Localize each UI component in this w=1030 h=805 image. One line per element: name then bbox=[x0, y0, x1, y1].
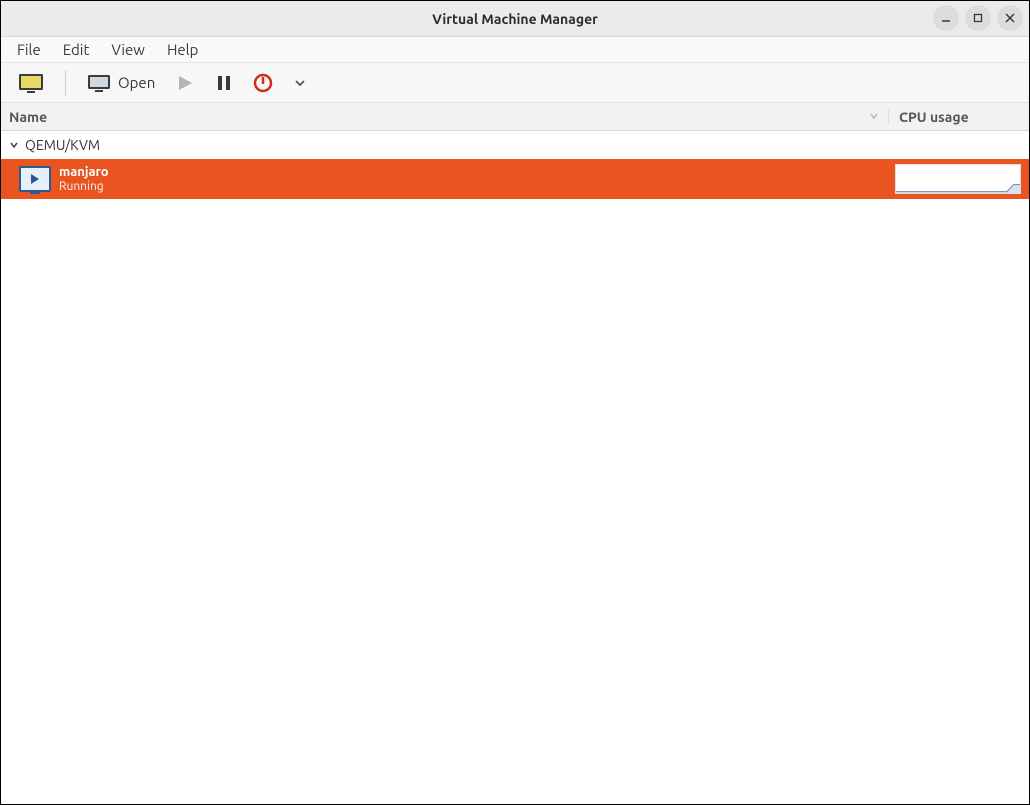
monitor-icon bbox=[86, 73, 112, 93]
titlebar: Virtual Machine Manager bbox=[1, 1, 1029, 37]
cpu-sparkline bbox=[895, 164, 1021, 194]
column-cpu-label: CPU usage bbox=[899, 109, 969, 125]
shutdown-button[interactable] bbox=[247, 69, 279, 97]
open-console-button[interactable]: Open bbox=[80, 69, 161, 97]
close-icon bbox=[1004, 12, 1016, 24]
connection-row[interactable]: QEMU/KVM bbox=[1, 131, 1029, 159]
maximize-icon bbox=[972, 12, 984, 24]
vm-row[interactable]: manjaro Running bbox=[1, 159, 1029, 199]
menubar: File Edit View Help bbox=[1, 37, 1029, 63]
pause-icon bbox=[215, 74, 233, 92]
new-vm-icon bbox=[17, 72, 45, 94]
minimize-icon bbox=[940, 12, 952, 24]
column-name-label: Name bbox=[9, 109, 47, 125]
sort-indicator-icon bbox=[868, 109, 880, 125]
vm-info: manjaro Running bbox=[59, 165, 109, 194]
toolbar: Open bbox=[1, 63, 1029, 103]
new-vm-button[interactable] bbox=[11, 68, 51, 98]
menu-file[interactable]: File bbox=[7, 38, 51, 61]
vm-status: Running bbox=[59, 180, 109, 194]
vm-tree: QEMU/KVM manjaro Running bbox=[1, 131, 1029, 199]
play-icon bbox=[175, 73, 195, 93]
maximize-button[interactable] bbox=[965, 5, 991, 31]
column-name[interactable]: Name bbox=[1, 109, 889, 125]
open-label: Open bbox=[118, 74, 155, 91]
vm-name: manjaro bbox=[59, 165, 109, 180]
chevron-down-icon bbox=[293, 76, 307, 90]
vm-console-thumbnail-icon bbox=[19, 166, 51, 192]
close-button[interactable] bbox=[997, 5, 1023, 31]
menu-help[interactable]: Help bbox=[157, 38, 208, 61]
toolbar-separator bbox=[65, 70, 66, 96]
expand-caret-icon[interactable] bbox=[7, 138, 21, 152]
connection-label: QEMU/KVM bbox=[25, 137, 100, 153]
column-cpu[interactable]: CPU usage bbox=[889, 109, 1029, 125]
column-headers: Name CPU usage bbox=[1, 103, 1029, 131]
window-controls bbox=[933, 5, 1023, 31]
menu-view[interactable]: View bbox=[101, 38, 155, 61]
power-icon bbox=[253, 73, 273, 93]
shutdown-menu-button[interactable] bbox=[287, 72, 313, 94]
pause-button[interactable] bbox=[209, 70, 239, 96]
window-title: Virtual Machine Manager bbox=[432, 11, 598, 27]
menu-edit[interactable]: Edit bbox=[53, 38, 100, 61]
minimize-button[interactable] bbox=[933, 5, 959, 31]
run-button[interactable] bbox=[169, 69, 201, 97]
